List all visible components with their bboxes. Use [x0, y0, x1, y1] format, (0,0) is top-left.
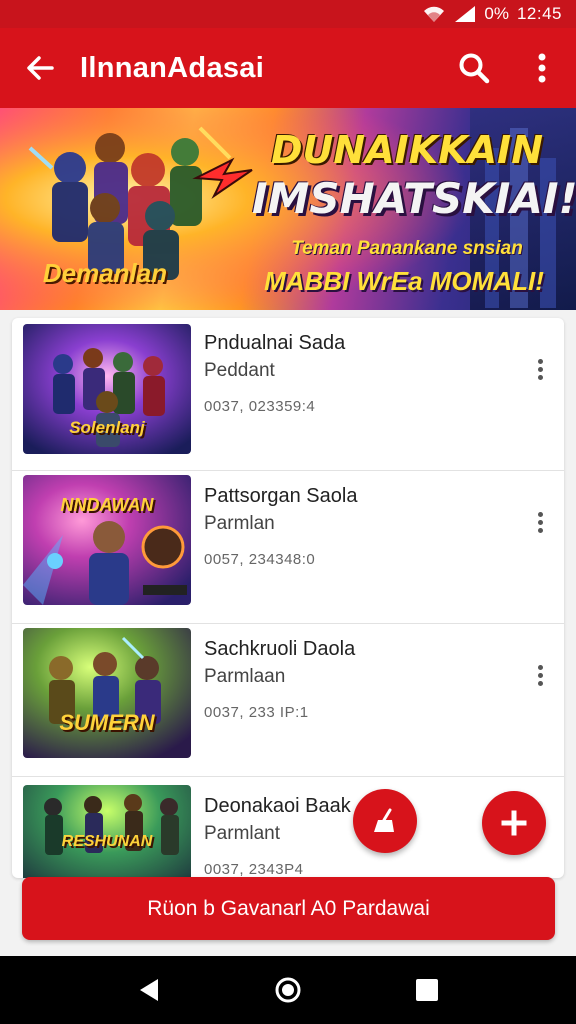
plus-icon — [501, 810, 527, 836]
more-vert-icon — [537, 511, 543, 533]
banner-subtitle: IMSHATSKIAI! — [252, 174, 576, 223]
item-meta: 0037, 233 IP:1 — [204, 704, 309, 721]
banner-title: DUNAIKKAIN — [271, 128, 543, 172]
screen: 0% 12:45 IlnnanAdasai DUNAIKKAIN IMSHATS… — [0, 0, 576, 1024]
back-button[interactable] — [0, 28, 80, 108]
square-recents-icon — [415, 979, 438, 1001]
item-meta: 0037, 023359:4 — [204, 398, 316, 415]
circle-home-icon — [275, 977, 301, 1003]
add-fab[interactable] — [482, 791, 546, 855]
item-subtitle: Parmlan — [204, 513, 275, 534]
search-button[interactable] — [440, 28, 508, 108]
list-item[interactable]: Solenlanj Pndualnai Sada Peddant 0037, 0… — [12, 318, 564, 471]
item-more-button[interactable] — [528, 658, 552, 692]
item-thumbnail: Solenlanj — [23, 324, 191, 454]
primary-action-button[interactable]: Rüon b Gavanarl A0 Pardawai — [22, 877, 555, 940]
item-title: Sachkruoli Daola — [204, 638, 356, 660]
page-title: IlnnanAdasai — [80, 51, 265, 84]
item-more-button[interactable] — [528, 352, 552, 386]
search-icon — [459, 53, 490, 84]
banner-tagline: Teman Panankane snsian — [291, 238, 523, 259]
arrow-left-icon — [27, 56, 54, 80]
thumbnail-label: RESHUNAN — [61, 833, 153, 850]
banner-tagline-2: MABBI WrEa MOMALI! — [264, 266, 544, 296]
item-thumbnail: NNDAWAN — [23, 475, 191, 605]
thumbnail-label: SUMERN — [59, 710, 155, 735]
battery-level: 0% — [484, 4, 509, 23]
item-thumbnail: RESHUNAN — [23, 785, 191, 878]
more-vert-icon — [537, 664, 543, 686]
thumbnail-label: Solenlanj — [69, 418, 145, 437]
content-list: Solenlanj Pndualnai Sada Peddant 0037, 0… — [12, 318, 564, 878]
clock: 12:45 — [516, 4, 562, 23]
item-thumbnail: SUMERN — [23, 628, 191, 758]
more-vert-icon — [538, 53, 546, 83]
system-nav-bar — [0, 956, 576, 1024]
wifi-icon — [422, 5, 446, 23]
app-bar: IlnnanAdasai — [0, 28, 576, 108]
thumbnail-label: NNDAWAN — [60, 495, 154, 515]
item-subtitle: Peddant — [204, 360, 275, 381]
item-meta: 0057, 234348:0 — [204, 551, 316, 568]
signal-icon — [454, 5, 476, 23]
item-title: Pndualnai Sada — [204, 332, 346, 354]
status-bar: 0% 12:45 — [0, 0, 576, 28]
broom-icon — [374, 808, 394, 832]
item-subtitle: Parmlaan — [204, 666, 286, 687]
nav-home-button[interactable] — [258, 960, 318, 1020]
list-item[interactable]: SUMERN Sachkruoli Daola Parmlaan 0037, 2… — [12, 624, 564, 777]
triangle-back-icon — [140, 979, 159, 1001]
banner-logo: Demanlan — [42, 258, 168, 288]
item-meta: 0037, 2343P4 — [204, 861, 304, 878]
more-vert-icon — [537, 358, 543, 380]
list-item[interactable]: NNDAWAN Pattsorgan Saola Parmlan 0057, 2… — [12, 471, 564, 624]
item-title: Pattsorgan Saola — [204, 485, 358, 507]
item-more-button[interactable] — [528, 505, 552, 539]
nav-back-button[interactable] — [119, 960, 179, 1020]
nav-recents-button[interactable] — [397, 960, 457, 1020]
overflow-menu-button[interactable] — [508, 28, 576, 108]
clean-fab[interactable] — [353, 789, 417, 853]
promo-banner[interactable]: DUNAIKKAIN IMSHATSKIAI! Teman Panankane … — [0, 108, 576, 310]
list-item[interactable]: RESHUNAN Deonakaoi Baak Parmlant 0037, 2… — [12, 777, 564, 878]
